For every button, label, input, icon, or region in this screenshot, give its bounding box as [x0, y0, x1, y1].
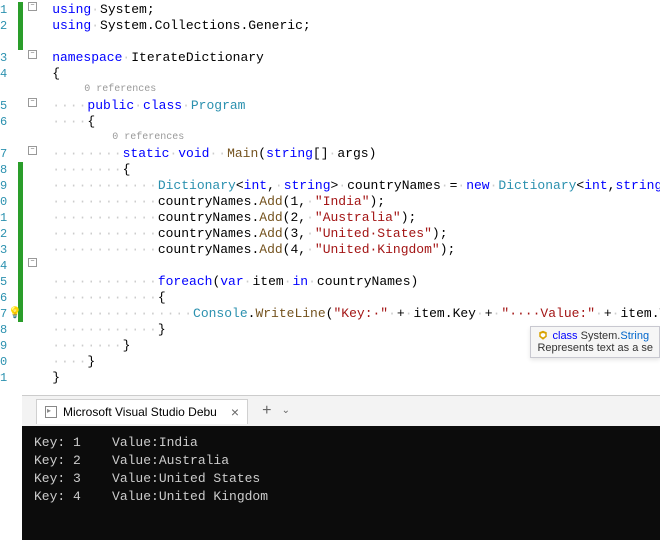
fold-toggle-icon[interactable]: −: [28, 258, 37, 267]
chevron-down-icon[interactable]: ⌄: [282, 405, 290, 417]
line-number-gutter: 123456789012345678901: [0, 0, 10, 395]
terminal-output[interactable]: Key: 1 Value:India Key: 2 Value:Australi…: [22, 426, 660, 540]
terminal-tab[interactable]: Microsoft Visual Studio Debu ×: [36, 399, 248, 424]
change-marker: [18, 162, 23, 322]
fold-toggle-icon[interactable]: −: [28, 50, 37, 59]
terminal-tab-bar: Microsoft Visual Studio Debu × + ⌄: [22, 396, 660, 426]
terminal-tab-title: Microsoft Visual Studio Debu: [63, 405, 217, 419]
fold-toggle-icon[interactable]: −: [28, 2, 37, 11]
change-marker: [18, 2, 23, 50]
terminal-panel: Microsoft Visual Studio Debu × + ⌄ Key: …: [22, 395, 660, 540]
fold-toggle-icon[interactable]: −: [28, 146, 37, 155]
close-icon[interactable]: ×: [231, 404, 239, 420]
new-tab-button[interactable]: +: [262, 402, 272, 420]
lightbulb-icon[interactable]: 💡: [8, 306, 22, 320]
class-icon: [537, 330, 549, 342]
intellisense-tooltip: class System.String Represents text as a…: [530, 326, 660, 358]
codelens-references[interactable]: 0 references: [84, 84, 156, 95]
code-editor[interactable]: 123456789012345678901 − − − − − 💡 using·…: [0, 0, 660, 395]
terminal-icon: [45, 406, 57, 418]
fold-toggle-icon[interactable]: −: [28, 98, 37, 107]
codelens-references[interactable]: 0 references: [112, 132, 184, 143]
